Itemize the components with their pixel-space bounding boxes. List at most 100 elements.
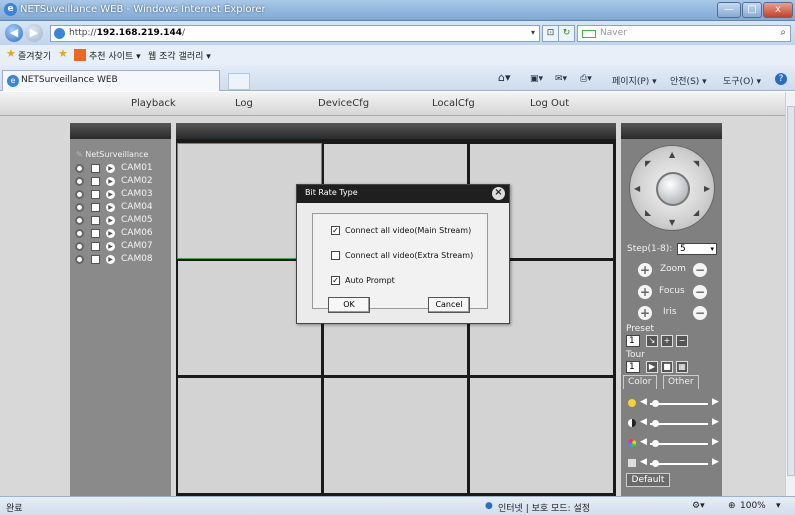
video-cell-9[interactable] [469, 377, 614, 494]
forward-button[interactable]: ▶ [25, 24, 43, 42]
camera-row[interactable]: ▶ CAM02 [75, 176, 170, 188]
ptz-left-icon[interactable]: ◀ [634, 184, 640, 193]
play-icon[interactable]: ▶ [106, 164, 115, 173]
tools-menu[interactable]: 도구(O) ▾ [723, 74, 761, 87]
video-cell-8[interactable] [323, 377, 468, 494]
zoom-level[interactable]: 100% [740, 501, 766, 511]
address-dropdown-icon[interactable]: ▾ [531, 28, 535, 37]
slider-knob[interactable] [652, 460, 659, 467]
snapshot-icon[interactable] [91, 255, 100, 264]
record-icon[interactable] [75, 164, 84, 173]
dialog-close-icon[interactable]: × [492, 187, 505, 200]
record-icon[interactable] [75, 229, 84, 238]
favorites-label[interactable]: 즐겨찾기 [18, 49, 51, 62]
default-button[interactable]: Default [626, 473, 670, 487]
record-icon[interactable] [75, 190, 84, 199]
play-icon[interactable]: ▶ [106, 216, 115, 225]
menu-logout[interactable]: Log Out [530, 98, 569, 109]
cancel-button[interactable]: Cancel [428, 297, 470, 313]
snapshot-icon[interactable] [91, 177, 100, 186]
play-icon[interactable]: ▶ [106, 229, 115, 238]
focus-in-button[interactable]: + [638, 285, 652, 299]
snapshot-icon[interactable] [91, 229, 100, 238]
record-icon[interactable] [75, 177, 84, 186]
preset-goto-button[interactable]: ↘ [646, 335, 658, 347]
camera-row[interactable]: ▶ CAM03 [75, 189, 170, 201]
zoom-dropdown-icon[interactable]: ▾ [776, 501, 781, 511]
camera-row[interactable]: ▶ CAM01 [75, 163, 170, 175]
zoom-out-button[interactable]: − [693, 263, 707, 277]
ptz-downleft-icon[interactable]: ◣ [645, 208, 651, 217]
minimize-button[interactable]: — [717, 2, 741, 18]
menu-log[interactable]: Log [235, 98, 253, 109]
tab-other[interactable]: Other [663, 375, 699, 389]
camera-row[interactable]: ▶ CAM08 [75, 254, 170, 266]
camera-row[interactable]: ▶ CAM07 [75, 241, 170, 253]
suggested-sites-link[interactable]: 추천 사이트 ▾ [89, 49, 141, 62]
extra-stream-checkbox[interactable] [331, 251, 340, 260]
play-icon[interactable]: ▶ [106, 177, 115, 186]
auto-prompt-checkbox[interactable]: ✓ [331, 276, 340, 285]
menu-localcfg[interactable]: LocalCfg [432, 98, 475, 109]
ptz-upleft-icon[interactable]: ◤ [645, 159, 651, 168]
preset-input[interactable]: 1 [626, 335, 640, 347]
maximize-button[interactable]: □ [742, 2, 762, 18]
ptz-center-button[interactable] [656, 172, 690, 206]
preset-delete-button[interactable]: − [676, 335, 688, 347]
browser-tab[interactable]: e NETSurveillance WEB [2, 70, 220, 91]
play-icon[interactable]: ▶ [106, 190, 115, 199]
scrollbar-thumb[interactable] [787, 106, 795, 476]
preset-add-button[interactable]: + [661, 335, 673, 347]
play-icon[interactable]: ▶ [106, 255, 115, 264]
slider-knob[interactable] [652, 420, 659, 427]
record-icon[interactable] [75, 255, 84, 264]
slider-left-icon[interactable]: ◀ [640, 457, 647, 467]
play-icon[interactable]: ▶ [106, 242, 115, 251]
compatibility-icon[interactable]: ⊡ [542, 25, 559, 42]
ptz-upright-icon[interactable]: ◥ [693, 159, 699, 168]
snapshot-icon[interactable] [91, 164, 100, 173]
slider-left-icon[interactable]: ◀ [640, 397, 647, 407]
slider-right-icon[interactable]: ▶ [712, 417, 719, 427]
focus-out-button[interactable]: − [693, 285, 707, 299]
add-favorite-icon[interactable]: ★ [58, 47, 68, 60]
video-cell-7[interactable] [177, 377, 322, 494]
safety-menu[interactable]: 안전(S) ▾ [670, 74, 707, 87]
play-icon[interactable]: ▶ [106, 203, 115, 212]
security-zone-text[interactable]: 인터넷 | 보호 모드: 설정 [498, 501, 590, 514]
slider-knob[interactable] [652, 400, 659, 407]
slider-right-icon[interactable]: ▶ [712, 397, 719, 407]
feeds-icon[interactable]: ▣▾ [530, 74, 543, 84]
snapshot-icon[interactable] [91, 203, 100, 212]
iris-open-button[interactable]: + [638, 306, 652, 320]
slider-left-icon[interactable]: ◀ [640, 437, 647, 447]
record-icon[interactable] [75, 203, 84, 212]
snapshot-icon[interactable] [91, 216, 100, 225]
camera-row[interactable]: ▶ CAM05 [75, 215, 170, 227]
tour-stop-button[interactable]: ■ [661, 361, 673, 373]
slider-right-icon[interactable]: ▶ [712, 457, 719, 467]
search-box[interactable]: Naver ⌕ [577, 25, 791, 42]
camera-row[interactable]: ▶ CAM06 [75, 228, 170, 240]
print-icon[interactable]: ⎙▾ [580, 74, 592, 84]
menu-playback[interactable]: Playback [131, 98, 176, 109]
help-icon[interactable]: ? [775, 73, 787, 85]
address-bar[interactable]: http://192.168.219.144/ ▾ [50, 25, 540, 42]
main-stream-checkbox[interactable]: ✓ [331, 226, 340, 235]
tab-color[interactable]: Color [623, 375, 657, 389]
saturation-slider[interactable]: ◀ ▶ [628, 437, 719, 450]
record-icon[interactable] [75, 216, 84, 225]
ptz-down-icon[interactable]: ▼ [669, 218, 675, 227]
ptz-downright-icon[interactable]: ◢ [693, 208, 699, 217]
page-scrollbar[interactable] [785, 92, 795, 496]
menu-devicecfg[interactable]: DeviceCfg [318, 98, 369, 109]
snapshot-icon[interactable] [91, 242, 100, 251]
favorites-star-icon[interactable]: ★ [6, 47, 16, 60]
tour-grid-button[interactable]: ▦ [676, 361, 688, 373]
search-icon[interactable]: ⌕ [780, 27, 786, 38]
device-tree-root[interactable]: ✎ NetSurveillance [76, 150, 148, 159]
step-select[interactable]: 5 ▾ [677, 243, 717, 255]
ptz-direction-pad[interactable]: ▲ ▼ ◀ ▶ ◤ ◥ ◣ ◢ [629, 145, 715, 231]
hue-slider[interactable]: ◀ ▶ [628, 457, 719, 470]
tour-start-button[interactable]: ▶ [646, 361, 658, 373]
